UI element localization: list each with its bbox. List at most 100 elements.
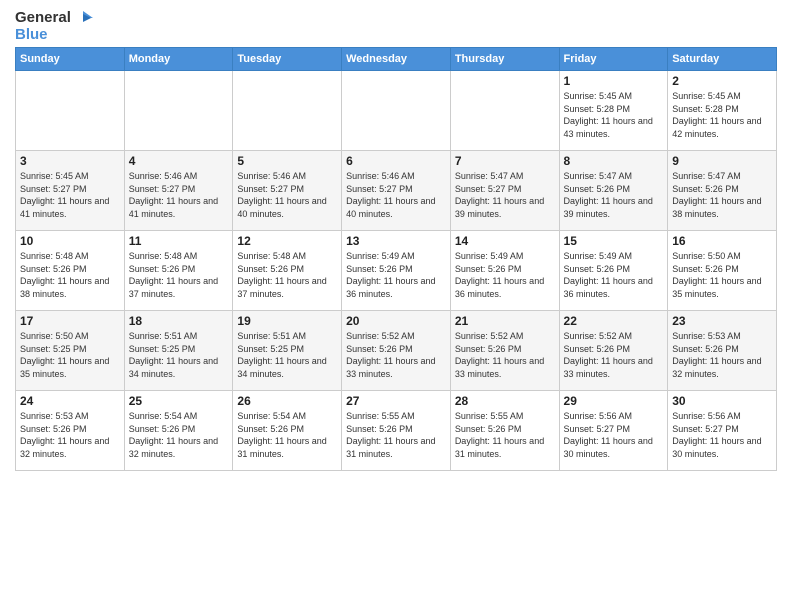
day-number: 7 <box>455 154 555 168</box>
day-info: Sunrise: 5:51 AM Sunset: 5:25 PM Dayligh… <box>129 330 229 380</box>
calendar-cell: 13 Sunrise: 5:49 AM Sunset: 5:26 PM Dayli… <box>342 231 451 311</box>
day-info: Sunrise: 5:49 AM Sunset: 5:26 PM Dayligh… <box>346 250 446 300</box>
calendar-week-row: 17Sunrise: 5:50 AM Sunset: 5:25 PM Dayli… <box>16 311 777 391</box>
calendar-cell <box>233 71 342 151</box>
calendar-cell: 12 Sunrise: 5:48 AM Sunset: 5:26 PM Dayli… <box>233 231 342 311</box>
day-info: Sunrise: 5:47 AM Sunset: 5:27 PM Dayligh… <box>455 170 555 220</box>
day-info: Sunrise: 5:56 AM Sunset: 5:27 PM Dayligh… <box>672 410 772 460</box>
calendar-cell: 6 Sunrise: 5:46 AM Sunset: 5:27 PM Daylig… <box>342 151 451 231</box>
day-info: Sunrise: 5:47 AM Sunset: 5:26 PM Dayligh… <box>564 170 664 220</box>
calendar-cell: 27 Sunrise: 5:55 AM Sunset: 5:26 PM Dayli… <box>342 391 451 471</box>
day-number: 1 <box>564 74 664 88</box>
day-header-monday: Monday <box>124 48 233 71</box>
day-number: 9 <box>672 154 772 168</box>
day-info: Sunrise: 5:48 AM Sunset: 5:26 PM Dayligh… <box>20 250 120 300</box>
day-info: Sunrise: 5:52 AM Sunset: 5:26 PM Dayligh… <box>346 330 446 380</box>
day-header-tuesday: Tuesday <box>233 48 342 71</box>
day-info: Sunrise: 5:49 AM Sunset: 5:26 PM Dayligh… <box>564 250 664 300</box>
logo-blue: Blue <box>15 27 48 44</box>
day-info: Sunrise: 5:46 AM Sunset: 5:27 PM Dayligh… <box>346 170 446 220</box>
day-number: 30 <box>672 394 772 408</box>
day-number: 29 <box>564 394 664 408</box>
day-number: 21 <box>455 314 555 328</box>
day-info: Sunrise: 5:50 AM Sunset: 5:25 PM Dayligh… <box>20 330 120 380</box>
day-number: 16 <box>672 234 772 248</box>
day-number: 13 <box>346 234 446 248</box>
calendar-week-row: 10Sunrise: 5:48 AM Sunset: 5:26 PM Dayli… <box>16 231 777 311</box>
calendar-cell: 7 Sunrise: 5:47 AM Sunset: 5:27 PM Daylig… <box>450 151 559 231</box>
calendar-cell: 11Sunrise: 5:48 AM Sunset: 5:26 PM Dayli… <box>124 231 233 311</box>
calendar-cell: 24 Sunrise: 5:53 AM Sunset: 5:26 PM Dayli… <box>16 391 125 471</box>
day-info: Sunrise: 5:54 AM Sunset: 5:26 PM Dayligh… <box>129 410 229 460</box>
calendar-cell: 30 Sunrise: 5:56 AM Sunset: 5:27 PM Dayli… <box>668 391 777 471</box>
calendar-cell: 28 Sunrise: 5:55 AM Sunset: 5:26 PM Dayli… <box>450 391 559 471</box>
calendar-cell: 16 Sunrise: 5:50 AM Sunset: 5:26 PM Dayli… <box>668 231 777 311</box>
day-header-thursday: Thursday <box>450 48 559 71</box>
calendar-cell: 15 Sunrise: 5:49 AM Sunset: 5:26 PM Dayli… <box>559 231 668 311</box>
day-info: Sunrise: 5:50 AM Sunset: 5:26 PM Dayligh… <box>672 250 772 300</box>
calendar-cell: 20 Sunrise: 5:52 AM Sunset: 5:26 PM Dayli… <box>342 311 451 391</box>
day-info: Sunrise: 5:49 AM Sunset: 5:26 PM Dayligh… <box>455 250 555 300</box>
calendar-cell: 26 Sunrise: 5:54 AM Sunset: 5:26 PM Dayli… <box>233 391 342 471</box>
day-info: Sunrise: 5:56 AM Sunset: 5:27 PM Dayligh… <box>564 410 664 460</box>
calendar-cell: 10Sunrise: 5:48 AM Sunset: 5:26 PM Dayli… <box>16 231 125 311</box>
calendar-table: SundayMondayTuesdayWednesdayThursdayFrid… <box>15 47 777 471</box>
day-header-wednesday: Wednesday <box>342 48 451 71</box>
day-number: 15 <box>564 234 664 248</box>
calendar-cell <box>16 71 125 151</box>
day-info: Sunrise: 5:46 AM Sunset: 5:27 PM Dayligh… <box>237 170 337 220</box>
day-info: Sunrise: 5:51 AM Sunset: 5:25 PM Dayligh… <box>237 330 337 380</box>
day-info: Sunrise: 5:48 AM Sunset: 5:26 PM Dayligh… <box>237 250 337 300</box>
calendar-cell: 3Sunrise: 5:45 AM Sunset: 5:27 PM Daylig… <box>16 151 125 231</box>
day-number: 27 <box>346 394 446 408</box>
day-number: 26 <box>237 394 337 408</box>
day-info: Sunrise: 5:53 AM Sunset: 5:26 PM Dayligh… <box>20 410 120 460</box>
calendar-cell: 23 Sunrise: 5:53 AM Sunset: 5:26 PM Dayli… <box>668 311 777 391</box>
day-number: 3 <box>20 154 120 168</box>
logo: General Blue <box>15 10 93 43</box>
day-number: 6 <box>346 154 446 168</box>
calendar-cell: 18Sunrise: 5:51 AM Sunset: 5:25 PM Dayli… <box>124 311 233 391</box>
day-info: Sunrise: 5:45 AM Sunset: 5:28 PM Dayligh… <box>672 90 772 140</box>
day-number: 28 <box>455 394 555 408</box>
day-info: Sunrise: 5:53 AM Sunset: 5:26 PM Dayligh… <box>672 330 772 380</box>
day-number: 2 <box>672 74 772 88</box>
day-info: Sunrise: 5:55 AM Sunset: 5:26 PM Dayligh… <box>455 410 555 460</box>
day-info: Sunrise: 5:52 AM Sunset: 5:26 PM Dayligh… <box>564 330 664 380</box>
calendar-cell <box>342 71 451 151</box>
day-info: Sunrise: 5:55 AM Sunset: 5:26 PM Dayligh… <box>346 410 446 460</box>
day-number: 19 <box>237 314 337 328</box>
calendar-cell <box>124 71 233 151</box>
calendar-week-row: 24 Sunrise: 5:53 AM Sunset: 5:26 PM Dayli… <box>16 391 777 471</box>
day-info: Sunrise: 5:52 AM Sunset: 5:26 PM Dayligh… <box>455 330 555 380</box>
calendar-cell: 25Sunrise: 5:54 AM Sunset: 5:26 PM Dayli… <box>124 391 233 471</box>
calendar-cell: 22 Sunrise: 5:52 AM Sunset: 5:26 PM Dayli… <box>559 311 668 391</box>
day-header-friday: Friday <box>559 48 668 71</box>
day-number: 5 <box>237 154 337 168</box>
day-number: 12 <box>237 234 337 248</box>
day-number: 22 <box>564 314 664 328</box>
calendar-cell: 19 Sunrise: 5:51 AM Sunset: 5:25 PM Dayli… <box>233 311 342 391</box>
calendar-cell: 2 Sunrise: 5:45 AM Sunset: 5:28 PM Daylig… <box>668 71 777 151</box>
day-number: 4 <box>129 154 229 168</box>
day-info: Sunrise: 5:45 AM Sunset: 5:28 PM Dayligh… <box>564 90 664 140</box>
calendar-cell: 4Sunrise: 5:46 AM Sunset: 5:27 PM Daylig… <box>124 151 233 231</box>
calendar-header-row: SundayMondayTuesdayWednesdayThursdayFrid… <box>16 48 777 71</box>
calendar-cell: 1 Sunrise: 5:45 AM Sunset: 5:28 PM Daylig… <box>559 71 668 151</box>
day-info: Sunrise: 5:47 AM Sunset: 5:26 PM Dayligh… <box>672 170 772 220</box>
day-number: 20 <box>346 314 446 328</box>
calendar-cell: 29 Sunrise: 5:56 AM Sunset: 5:27 PM Dayli… <box>559 391 668 471</box>
calendar-cell: 17Sunrise: 5:50 AM Sunset: 5:25 PM Dayli… <box>16 311 125 391</box>
calendar-cell: 14Sunrise: 5:49 AM Sunset: 5:26 PM Dayli… <box>450 231 559 311</box>
calendar-body: 1 Sunrise: 5:45 AM Sunset: 5:28 PM Daylig… <box>16 71 777 471</box>
calendar-week-row: 3Sunrise: 5:45 AM Sunset: 5:27 PM Daylig… <box>16 151 777 231</box>
calendar-cell: 5 Sunrise: 5:46 AM Sunset: 5:27 PM Daylig… <box>233 151 342 231</box>
calendar-cell: 21 Sunrise: 5:52 AM Sunset: 5:26 PM Dayli… <box>450 311 559 391</box>
day-number: 24 <box>20 394 120 408</box>
day-info: Sunrise: 5:54 AM Sunset: 5:26 PM Dayligh… <box>237 410 337 460</box>
calendar-cell: 8Sunrise: 5:47 AM Sunset: 5:26 PM Daylig… <box>559 151 668 231</box>
day-header-saturday: Saturday <box>668 48 777 71</box>
day-info: Sunrise: 5:48 AM Sunset: 5:26 PM Dayligh… <box>129 250 229 300</box>
day-number: 23 <box>672 314 772 328</box>
day-header-sunday: Sunday <box>16 48 125 71</box>
